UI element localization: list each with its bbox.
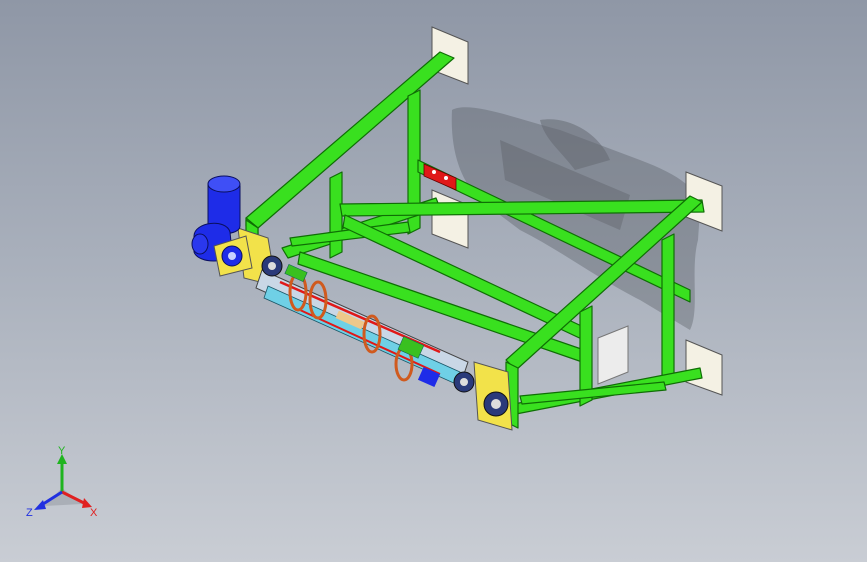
wall-plate-bottom-right	[685, 339, 723, 396]
z-axis-label: Z	[26, 507, 33, 519]
gear-motor[interactable]	[191, 175, 253, 277]
x-axis-label: X	[90, 507, 98, 519]
grey-panel	[597, 325, 629, 385]
wall-plate-mid-left	[431, 189, 469, 249]
assembly-model[interactable]	[0, 0, 867, 562]
y-axis-label: Y	[58, 446, 66, 457]
cad-graphics-viewport[interactable]: Y X Z	[0, 0, 867, 562]
coordinate-triad: Y X Z	[26, 446, 98, 519]
red-warning-tag	[423, 163, 457, 191]
